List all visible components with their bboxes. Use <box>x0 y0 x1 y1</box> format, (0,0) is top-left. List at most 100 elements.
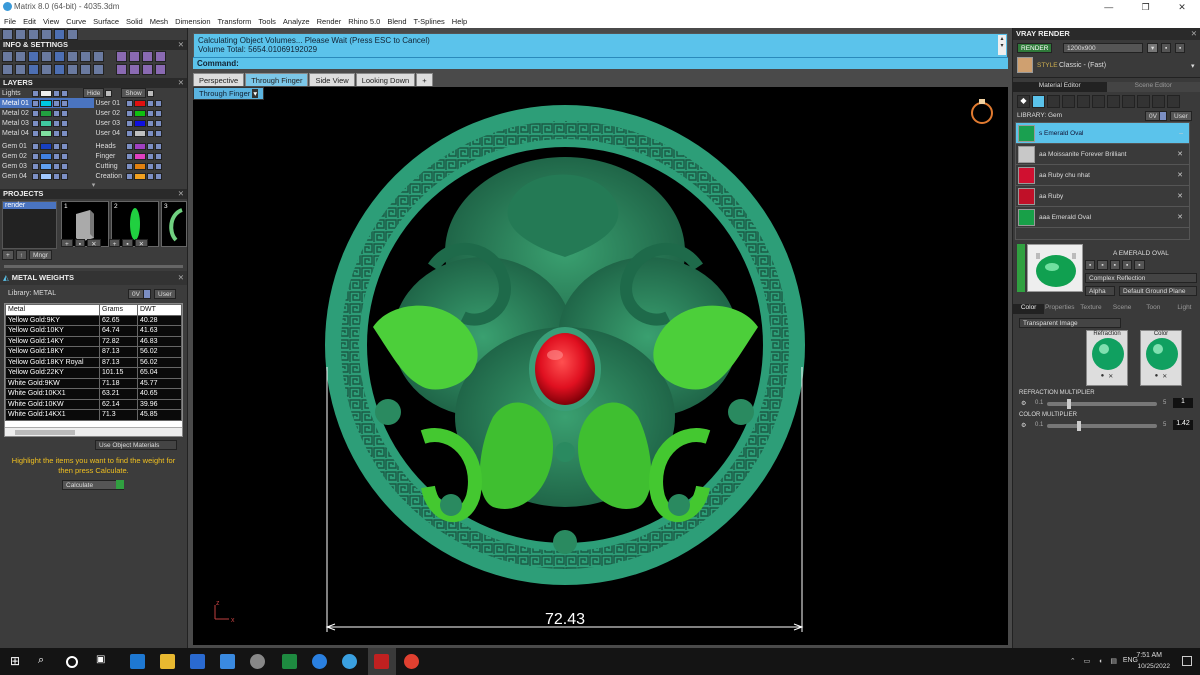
refraction-swatch[interactable]: Refraction ● ✕ <box>1086 330 1128 386</box>
tool-icon[interactable]: ● <box>1155 373 1159 380</box>
tool-icon[interactable]: ▪ <box>1097 260 1108 270</box>
notification-icon[interactable] <box>1182 656 1192 666</box>
tool-icon[interactable] <box>1152 94 1165 108</box>
list-item[interactable]: aa Ruby ✕ <box>1016 186 1189 207</box>
close-icon[interactable]: ✕ <box>1177 150 1183 158</box>
tool-icon[interactable]: ▪ <box>1109 260 1120 270</box>
close-icon[interactable]: ✕ <box>1177 171 1183 179</box>
ring-view-icon[interactable] <box>971 99 993 124</box>
color-swatch[interactable] <box>133 109 146 117</box>
settings-icon[interactable]: ⚙ <box>1021 400 1026 407</box>
close-icon[interactable]: ✕ <box>1191 28 1197 40</box>
grid-icon[interactable] <box>2 64 13 75</box>
search-icon[interactable]: ⌕ <box>38 654 53 669</box>
list-item[interactable]: s Emerald Oval – <box>1016 123 1189 144</box>
tray-icons[interactable]: ⌃ ▭ ◖ ▤ <box>1070 657 1120 665</box>
tool-icon[interactable] <box>142 64 153 75</box>
menu-file[interactable]: File <box>4 17 16 26</box>
store-icon[interactable] <box>190 654 205 669</box>
lock-icon[interactable] <box>146 109 154 117</box>
chevron-down-icon[interactable]: ▾ <box>1191 62 1195 70</box>
viewport-label[interactable]: Through Finger ▾ <box>193 87 265 100</box>
tab-texture[interactable]: Texture <box>1075 304 1106 314</box>
layer-row[interactable]: Gem 03 <box>0 161 94 171</box>
color-swatch[interactable] <box>133 162 146 170</box>
list-item[interactable]: aa Ruby chu nhat ✕ <box>1016 165 1189 186</box>
visibility-icon[interactable] <box>32 129 39 137</box>
color-swatch[interactable] <box>133 99 146 107</box>
close-icon[interactable]: ✕ <box>1177 213 1183 221</box>
layer-row[interactable]: Heads <box>94 141 188 151</box>
close-icon[interactable]: ✕ <box>178 271 184 285</box>
refraction-slider[interactable] <box>1047 399 1157 409</box>
collapse-arrow-icon[interactable]: ▾ <box>0 181 187 189</box>
visibility-icon[interactable] <box>125 119 133 127</box>
3d-viewport[interactable]: 72.43 z x <box>193 87 1008 645</box>
column-header-grams[interactable]: Grams <box>99 304 138 316</box>
menu-curve[interactable]: Curve <box>66 17 86 26</box>
visibility-icon[interactable] <box>125 129 133 137</box>
light-bulb-icon[interactable] <box>1167 94 1180 108</box>
tool-icon[interactable] <box>61 99 68 107</box>
menu-transform[interactable]: Transform <box>218 17 252 26</box>
settings-icon[interactable]: ⚙ <box>1021 422 1026 429</box>
slot-save-icon[interactable]: ▪ <box>122 239 133 248</box>
style-value[interactable]: Classic - (Fast) <box>1059 62 1106 69</box>
menu-dimension[interactable]: Dimension <box>175 17 210 26</box>
tool-icon[interactable]: ▪ <box>1085 260 1096 270</box>
project-scrollbar[interactable] <box>4 261 183 271</box>
ground-plane-dropdown[interactable]: Default Ground Plane <box>1119 286 1197 296</box>
menu-help[interactable]: Help <box>452 17 467 26</box>
column-header-dwt[interactable]: DWT <box>137 304 182 316</box>
tool-icon[interactable] <box>61 142 68 150</box>
reflection-mode-dropdown[interactable]: Complex Reflection <box>1085 273 1197 283</box>
lock-icon[interactable] <box>53 119 60 127</box>
clock-date[interactable]: 10/25/2022 <box>1137 663 1170 670</box>
lock-icon[interactable] <box>53 172 60 180</box>
gem-icon[interactable] <box>1032 94 1045 108</box>
mail-icon[interactable] <box>220 654 235 669</box>
close-icon[interactable]: ✕ <box>178 40 184 50</box>
tool-icon[interactable] <box>154 129 162 137</box>
tool-icon[interactable] <box>67 51 78 62</box>
visibility-icon[interactable] <box>125 162 133 170</box>
lock-icon[interactable] <box>146 142 154 150</box>
menu-surface[interactable]: Surface <box>93 17 119 26</box>
menu-render[interactable]: Render <box>317 17 342 26</box>
lock-icon[interactable] <box>146 129 154 137</box>
visibility-icon[interactable] <box>32 152 39 160</box>
list-item[interactable]: aa Moissanite Forever Brilliant ✕ <box>1016 144 1189 165</box>
tab-material-editor[interactable]: Material Editor <box>1013 82 1107 92</box>
resolution-dropdown[interactable]: ▾ <box>1147 43 1159 53</box>
tab-toon[interactable]: Toon <box>1138 304 1169 314</box>
lock-icon[interactable] <box>53 129 60 137</box>
tool-icon[interactable] <box>129 51 140 62</box>
tool-icon[interactable] <box>1062 94 1075 108</box>
tool-icon[interactable] <box>2 29 13 40</box>
chevron-down-icon[interactable] <box>105 89 113 97</box>
refraction-value[interactable]: 1 <box>1173 398 1193 408</box>
color-swatch[interactable] <box>40 129 52 137</box>
table-row[interactable]: Yellow Gold:22KY 101.15 65.04 <box>5 367 182 379</box>
table-horizontal-scrollbar[interactable] <box>5 427 182 436</box>
settings-icon[interactable] <box>2 51 13 62</box>
tool-icon[interactable] <box>154 142 162 150</box>
tool-icon[interactable] <box>154 172 162 180</box>
render-button[interactable]: RENDER <box>1017 43 1053 53</box>
lock-icon[interactable] <box>146 119 154 127</box>
column-header-metal[interactable]: Metal <box>5 304 100 316</box>
command-scroll[interactable]: ▴ ▾ <box>998 35 1006 55</box>
resolution-field[interactable]: 1200x900 <box>1063 43 1143 53</box>
close-icon[interactable]: ✕ <box>178 189 184 199</box>
color-swatch-preview[interactable]: Color ● ✕ <box>1140 330 1182 386</box>
menu-blend[interactable]: Blend <box>387 17 406 26</box>
color-swatch[interactable] <box>40 119 52 127</box>
tab-scene[interactable]: Scene <box>1107 304 1138 314</box>
tool-icon[interactable] <box>129 64 140 75</box>
tool-icon[interactable] <box>154 162 162 170</box>
clock-time[interactable]: 7:51 AM <box>1136 652 1162 659</box>
tool-icon[interactable] <box>15 64 26 75</box>
close-icon[interactable]: ✕ <box>1162 373 1167 380</box>
menu-solid[interactable]: Solid <box>126 17 143 26</box>
tool-icon[interactable] <box>1137 94 1150 108</box>
